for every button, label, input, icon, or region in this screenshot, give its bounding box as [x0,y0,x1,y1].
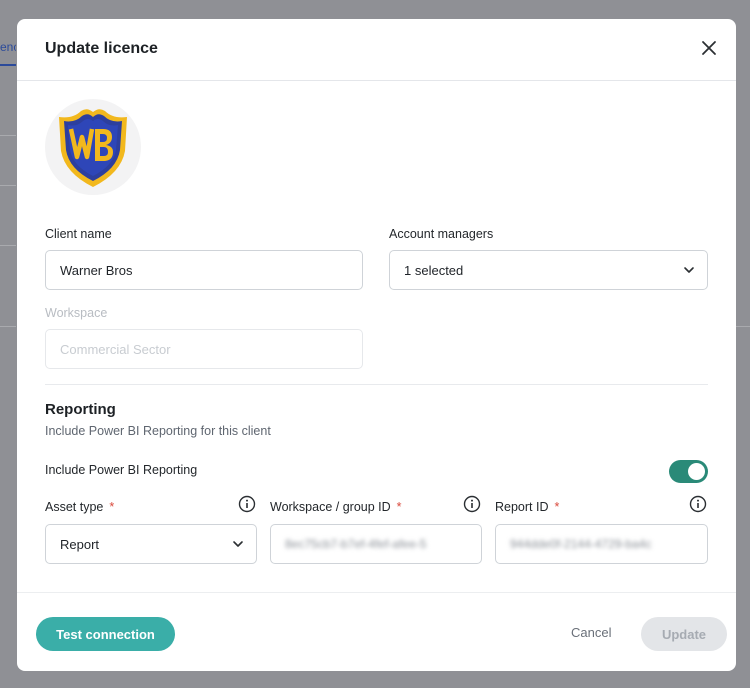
account-managers-label: Account managers [389,227,494,241]
footer-divider [17,592,736,593]
account-managers-value: 1 selected [404,262,464,278]
report-id-label: Report ID * [495,500,559,514]
close-icon[interactable] [698,37,720,59]
required-marker: * [554,500,560,514]
workspace-group-id-label-text: Workspace / group ID [270,500,391,514]
toggle-knob [688,463,705,480]
report-id-label-text: Report ID [495,500,549,514]
include-power-bi-label: Include Power BI Reporting [45,463,198,477]
chevron-down-icon [684,267,694,273]
modal-header: Update licence [17,19,736,81]
background-divider [0,245,16,246]
warner-bros-shield-logo [59,109,127,187]
required-marker: * [109,500,115,514]
account-managers-select[interactable]: 1 selected [389,250,708,290]
update-button[interactable]: Update [641,617,727,651]
workspace-placeholder: Commercial Sector [60,341,171,357]
background-tab-fragment: enc [0,40,16,54]
cancel-button[interactable]: Cancel [571,625,611,640]
asset-type-value: Report [60,536,100,552]
chevron-down-icon [233,541,243,547]
background-divider [0,135,16,136]
workspace-group-id-value: 8ec75cb7-b7ef-4fef-afee-5 [285,537,427,551]
required-marker: * [396,500,402,514]
background-divider [0,185,16,186]
asset-type-select[interactable]: Report [45,524,257,564]
client-name-field[interactable]: Warner Bros [45,250,363,290]
background-divider [0,326,16,327]
info-icon[interactable] [689,495,707,513]
background-divider [736,326,750,327]
test-connection-button[interactable]: Test connection [36,617,175,651]
workspace-label: Workspace [45,306,108,320]
workspace-group-id-field[interactable]: 8ec75cb7-b7ef-4fef-afee-5 [270,524,482,564]
workspace-group-id-label: Workspace / group ID * [270,500,402,514]
client-logo [45,99,141,195]
report-id-field[interactable]: 944dde0f-2144-4729-ba4c [495,524,708,564]
section-divider [45,384,708,385]
info-icon[interactable] [463,495,481,513]
modal-title: Update licence [45,40,158,57]
reporting-section-title: Reporting [45,401,116,418]
workspace-field: Commercial Sector [45,329,363,369]
asset-type-label: Asset type * [45,500,114,514]
info-icon[interactable] [238,495,256,513]
report-id-value: 944dde0f-2144-4729-ba4c [510,537,652,551]
client-name-value: Warner Bros [60,262,133,278]
asset-type-label-text: Asset type [45,500,104,514]
background-tab-underline [0,64,16,66]
include-power-bi-toggle[interactable] [669,460,708,483]
client-name-label: Client name [45,227,112,241]
update-licence-modal: Update licence Client name Warner Bros A… [17,19,736,671]
reporting-section-subtitle: Include Power BI Reporting for this clie… [45,424,271,438]
